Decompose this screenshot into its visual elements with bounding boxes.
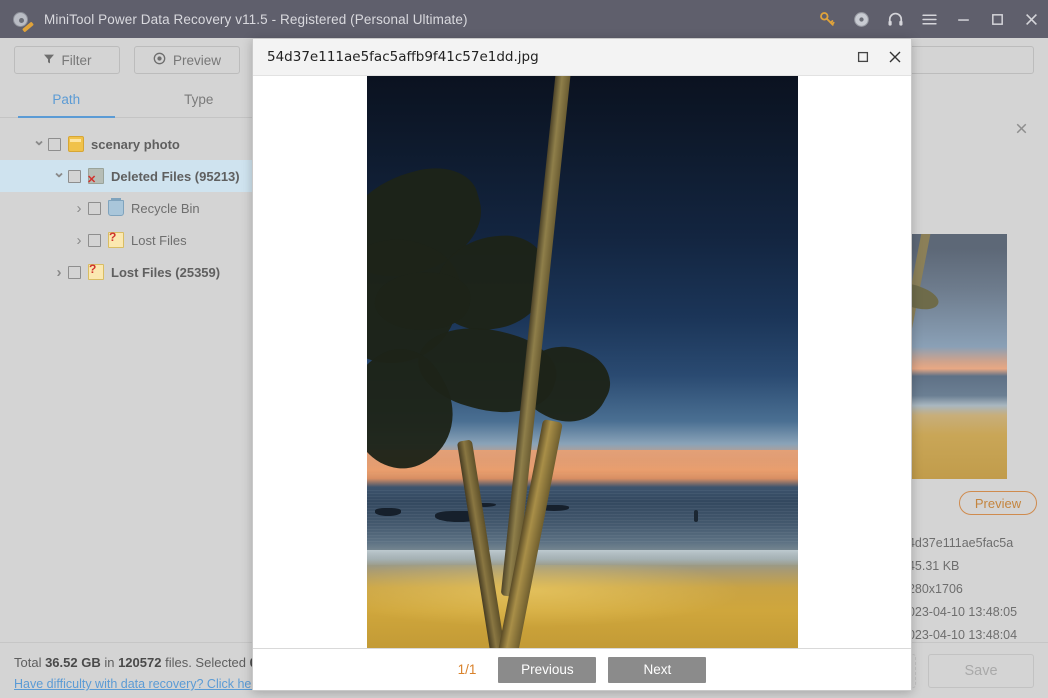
details-preview-label: Preview (975, 496, 1021, 511)
save-button[interactable]: Save (928, 654, 1034, 688)
dialog-image-area (253, 76, 911, 648)
tree-item-scenary-photo[interactable]: scenary photo (0, 128, 265, 160)
filter-label: Filter (62, 53, 92, 68)
previous-button[interactable]: Previous (498, 657, 596, 683)
dialog-titlebar: 54d37e111ae5fac5affb9f41c57e1dd.jpg (253, 39, 911, 76)
window-titlebar: MiniTool Power Data Recovery v11.5 - Reg… (0, 0, 1048, 38)
chevron-down-icon[interactable] (30, 135, 48, 153)
tree-checkbox[interactable] (68, 170, 81, 183)
tree-item-deleted-files[interactable]: Deleted Files (95213) (0, 160, 265, 192)
chevron-right-icon[interactable] (70, 232, 88, 249)
titlebar-controls (810, 0, 1048, 38)
application-window: MiniTool Power Data Recovery v11.5 - Reg… (0, 0, 1048, 698)
filter-icon (43, 53, 55, 68)
menu-icon[interactable] (912, 0, 946, 38)
help-link[interactable]: Have difficulty with data recovery? Clic… (14, 677, 263, 691)
dialog-controls (847, 39, 911, 76)
dialog-footer: 1/1 Previous Next (253, 648, 911, 690)
minitool-logo-icon (12, 8, 34, 30)
meta-filesize: 345.31 KB (901, 555, 1048, 578)
tab-type[interactable]: Type (133, 82, 266, 117)
minimize-icon[interactable] (946, 0, 980, 38)
path-tree: scenary photo Deleted Files (95213) Recy… (0, 118, 265, 288)
maximize-icon[interactable] (847, 39, 879, 76)
status-summary: Total 36.52 GB in 120572 files. Selected… (14, 655, 257, 670)
beach-sunset-palm-trees-photo (367, 76, 798, 648)
deleted-files-icon (88, 168, 104, 184)
close-icon[interactable] (1015, 122, 1028, 139)
file-metadata-list: 54d37e111ae5fac5a 345.31 KB 1280x1706 20… (901, 532, 1048, 647)
next-button[interactable]: Next (608, 657, 706, 683)
chevron-right-icon[interactable] (70, 200, 88, 217)
dialog-title: 54d37e111ae5fac5affb9f41c57e1dd.jpg (267, 49, 539, 65)
preview-eye-icon (153, 52, 166, 68)
maximize-icon[interactable] (980, 0, 1014, 38)
meta-dimensions: 1280x1706 (901, 578, 1048, 601)
details-preview-button[interactable]: Preview (959, 491, 1037, 515)
tab-type-label: Type (184, 92, 213, 107)
chevron-down-icon[interactable] (50, 167, 68, 185)
key-icon[interactable] (810, 0, 844, 38)
lost-files-icon (88, 264, 104, 280)
tree-checkbox[interactable] (88, 234, 101, 247)
status-total-size: 36.52 GB (45, 655, 101, 670)
details-panel: Preview 54d37e111ae5fac5a 345.31 KB 1280… (888, 82, 1048, 642)
tree-checkbox[interactable] (88, 202, 101, 215)
folder-icon (68, 136, 84, 152)
headphones-icon[interactable] (878, 0, 912, 38)
tree-checkbox[interactable] (48, 138, 61, 151)
tree-item-label: Lost Files (131, 233, 187, 248)
filter-button[interactable]: Filter (14, 46, 120, 74)
status-file-count: 120572 (118, 655, 161, 670)
close-icon[interactable] (1014, 0, 1048, 38)
status-in-text: in (101, 655, 118, 670)
disc-icon[interactable] (844, 0, 878, 38)
tab-path-label: Path (52, 92, 80, 107)
preview-button[interactable]: Preview (134, 46, 240, 74)
tree-item-label: Deleted Files (95213) (111, 169, 240, 184)
status-total-prefix: Total (14, 655, 45, 670)
chevron-right-icon[interactable] (50, 264, 68, 281)
thumbnail-preview (901, 234, 1007, 479)
tree-item-lost-files-root[interactable]: Lost Files (25359) (0, 256, 265, 288)
recycle-bin-icon (108, 200, 124, 216)
preview-label: Preview (173, 53, 221, 68)
lost-files-icon (108, 232, 124, 248)
image-preview-dialog: 54d37e111ae5fac5affb9f41c57e1dd.jpg (252, 38, 912, 691)
sidebar-tabs: Path Type (0, 82, 265, 118)
tree-item-recycle-bin[interactable]: Recycle Bin (0, 192, 265, 224)
close-icon[interactable] (879, 39, 911, 76)
meta-filename: 54d37e111ae5fac5a (901, 532, 1048, 555)
tree-item-label: Lost Files (25359) (111, 265, 220, 280)
tree-item-lost-files[interactable]: Lost Files (0, 224, 265, 256)
status-files-text: files. Selected (161, 655, 249, 670)
tree-checkbox[interactable] (68, 266, 81, 279)
window-title: MiniTool Power Data Recovery v11.5 - Reg… (44, 12, 468, 27)
left-sidebar: Path Type scenary photo Deleted Files (9… (0, 82, 266, 642)
meta-modified: 2023-04-10 13:48:05 (901, 601, 1048, 624)
page-indicator: 1/1 (458, 662, 477, 677)
tab-path[interactable]: Path (0, 82, 133, 117)
tree-item-label: Recycle Bin (131, 201, 200, 216)
tree-item-label: scenary photo (91, 137, 180, 152)
